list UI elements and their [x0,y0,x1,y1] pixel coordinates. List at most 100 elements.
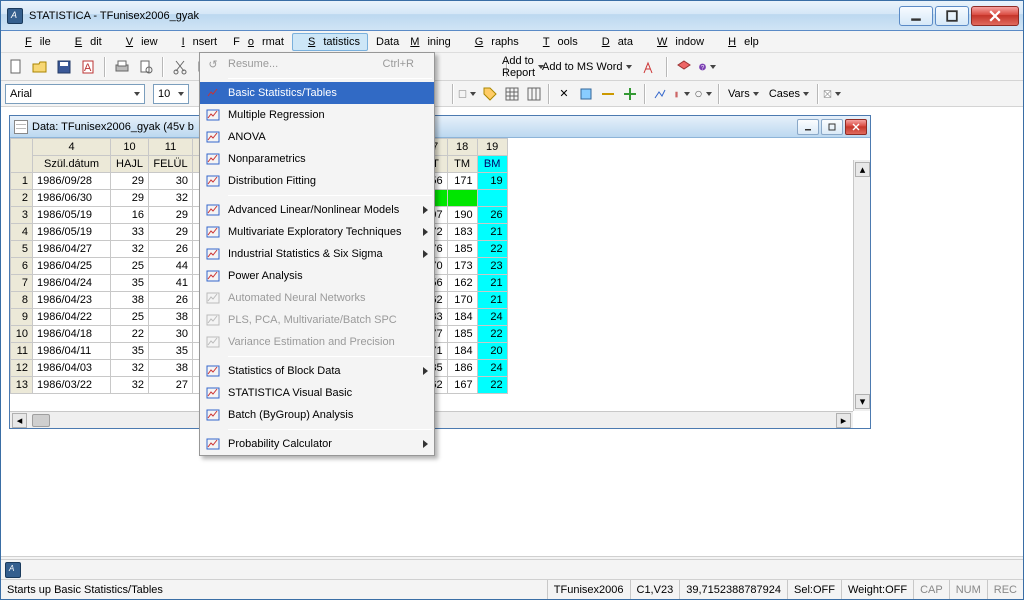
child-close-button[interactable] [845,119,867,135]
fmt-icon-1[interactable] [457,83,479,105]
menu-item-icon [204,311,222,329]
menu-item[interactable]: Multiple Regression [200,104,434,126]
misc-icon-6[interactable] [671,83,693,105]
menu-item[interactable]: Advanced Linear/Nonlinear Models [200,199,434,221]
close-button[interactable] [971,6,1019,26]
status-weight: Weight:OFF [841,580,913,599]
menu-help[interactable]: Help [712,33,767,51]
submenu-arrow-icon [423,206,428,214]
misc-icon-3[interactable] [597,83,619,105]
menu-item-icon [204,84,222,102]
pdf-icon[interactable]: A [77,56,99,78]
font-combo[interactable]: Arial [5,84,145,104]
menu-data-mining[interactable]: Data Mining [368,33,459,51]
maximize-button[interactable] [935,6,969,26]
help-dropdown-icon[interactable]: ? [697,56,719,78]
menu-format[interactable]: Format [225,33,292,51]
menu-item[interactable]: Multivariate Exploratory Techniques [200,221,434,243]
menu-item[interactable]: Distribution Fitting [200,170,434,192]
tag-icon[interactable] [479,83,501,105]
status-file: TFunisex2006 [547,580,630,599]
menu-item[interactable]: Variance Estimation and Precision [200,331,434,353]
child-maximize-button[interactable] [821,119,843,135]
misc-icon-4[interactable] [619,83,641,105]
vars-button[interactable]: Vars [723,83,764,105]
menu-item-label: Automated Neural Networks [228,292,366,304]
menu-resume[interactable]: ↺ Resume... Ctrl+R [200,53,434,75]
child-titlebar: Data: TFunisex2006_gyak (45v b [10,116,870,138]
menu-item-icon [204,406,222,424]
menu-item[interactable]: Probability Calculator [200,433,434,455]
menu-item-icon [204,384,222,402]
scroll-right-icon[interactable]: ▸ [836,413,851,428]
spreadsheet-icon [14,120,28,134]
menu-item-icon [204,245,222,263]
scroll-thumb[interactable] [32,414,50,427]
menu-data[interactable]: Data [586,33,641,51]
status-sel: Sel:OFF [787,580,841,599]
statusbar [1,559,1023,579]
menu-window[interactable]: Window [641,33,712,51]
print-icon[interactable] [111,56,133,78]
scroll-down-icon[interactable]: ▾ [855,394,870,409]
menu-item-label: Basic Statistics/Tables [228,87,337,99]
menu-graphs[interactable]: Graphs [459,33,527,51]
menu-item-label: STATISTICA Visual Basic [228,387,352,399]
tool-icon-2[interactable] [673,56,695,78]
tool-icon-1[interactable] [639,56,661,78]
menu-item[interactable]: STATISTICA Visual Basic [200,382,434,404]
menu-item[interactable]: Automated Neural Networks [200,287,434,309]
menu-item[interactable]: Industrial Statistics & Six Sigma [200,243,434,265]
open-icon[interactable] [29,56,51,78]
menu-file[interactable]: File [9,33,59,51]
menu-edit[interactable]: Edit [59,33,110,51]
menu-item-label: PLS, PCA, Multivariate/Batch SPC [228,314,397,326]
menu-insert[interactable]: Insert [166,33,226,51]
add-to-ms-word-button[interactable]: Add to MS Word [537,56,637,78]
cases-button[interactable]: Cases [764,83,814,105]
menu-item[interactable]: Statistics of Block Data [200,360,434,382]
menu-view[interactable]: View [110,33,166,51]
status-num: NUM [949,580,987,599]
toolbar-format: Arial 10 ✕ Vars Cases [1,81,1023,107]
print-preview-icon[interactable] [135,56,157,78]
child-minimize-button[interactable] [797,119,819,135]
pattern-icon[interactable] [822,83,844,105]
status-value: 39,7152388787924 [679,580,787,599]
status-rec: REC [987,580,1023,599]
menu-item-label: Multivariate Exploratory Techniques [228,226,401,238]
vertical-scrollbar[interactable]: ▴ ▾ [853,160,870,411]
menu-tools[interactable]: Tools [527,33,586,51]
toolbar-main: A Add to Report Add to MS Word ? [1,53,1023,81]
menu-item[interactable]: Basic Statistics/Tables [200,82,434,104]
status-cap: CAP [913,580,949,599]
misc-icon-5[interactable] [649,83,671,105]
menu-item[interactable]: ANOVA [200,126,434,148]
submenu-arrow-icon [423,367,428,375]
menu-item[interactable]: Power Analysis [200,265,434,287]
status-cell: C1,V23 [630,580,680,599]
add-to-report-button[interactable]: Add to Report [513,56,535,78]
new-icon[interactable] [5,56,27,78]
menu-statistics[interactable]: Statistics [292,33,368,51]
submenu-arrow-icon [423,440,428,448]
save-icon[interactable] [53,56,75,78]
grid-icon-2[interactable] [523,83,545,105]
grid-icon-1[interactable] [501,83,523,105]
app-icon [7,8,23,24]
cut-icon[interactable] [169,56,191,78]
svg-text:A: A [84,62,92,74]
misc-icon-7[interactable] [693,83,715,105]
menu-item[interactable]: Nonparametrics [200,148,434,170]
misc-icon-2[interactable] [575,83,597,105]
font-size-combo[interactable]: 10 [153,84,189,104]
scroll-up-icon[interactable]: ▴ [855,162,870,177]
data-grid[interactable]: 410111213141516171819Szül.dátumHAJLFELÜL… [10,138,870,428]
menu-item[interactable]: PLS, PCA, Multivariate/Batch SPC [200,309,434,331]
menu-item[interactable]: Batch (ByGroup) Analysis [200,404,434,426]
misc-icon-1[interactable]: ✕ [553,83,575,105]
menu-item-icon [204,333,222,351]
minimize-button[interactable] [899,6,933,26]
scroll-left-icon[interactable]: ◂ [12,413,27,428]
statistics-dropdown: ↺ Resume... Ctrl+R Basic Statistics/Tabl… [199,52,435,456]
